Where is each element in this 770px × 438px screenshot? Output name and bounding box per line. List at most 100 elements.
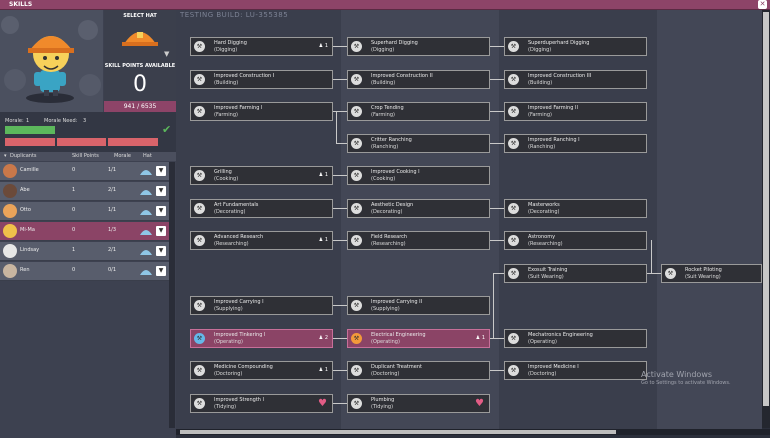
vertical-scrollbar[interactable]: [762, 10, 770, 428]
hat-dropdown-icon[interactable]: ▼: [156, 226, 166, 236]
col-skill-points[interactable]: Skill Points: [72, 153, 99, 159]
skill-name: Improved Carrying I: [214, 299, 264, 305]
assigned-count: ♟ 1: [319, 237, 328, 243]
skill-icon: ⚒: [508, 203, 519, 214]
horizontal-scroll-thumb[interactable]: [180, 430, 616, 434]
close-icon[interactable]: ✕: [758, 0, 767, 9]
skill-category: (Operating): [528, 339, 557, 345]
hat-dropdown-icon[interactable]: ▼: [164, 50, 169, 58]
skill-superhard-digging[interactable]: ⚒ Superhard Digging (Digging): [347, 37, 490, 56]
skill-medicine-compounding[interactable]: ⚒ Medicine Compounding (Doctoring) ♟ 1: [190, 361, 333, 380]
skill-electrical-engineering[interactable]: ⚒ Electrical Engineering (Operating) ♟ 1: [347, 329, 490, 348]
col-duplicants[interactable]: Duplicants: [10, 153, 37, 159]
skill-improved-construction-3[interactable]: ⚒ Improved Construction III (Building): [504, 70, 647, 89]
skill-name: Improved Farming II: [528, 105, 578, 111]
skill-grilling[interactable]: ⚒ Grilling (Cooking) ♟ 1: [190, 166, 333, 185]
duplicant-morale: 1/1: [108, 207, 117, 213]
xp-text: 941 / 6535: [123, 103, 157, 110]
skill-art-fundamentals[interactable]: ⚒ Art Fundamentals (Decorating): [190, 199, 333, 218]
hat-dropdown-icon[interactable]: ▼: [156, 266, 166, 276]
connector-line: [490, 46, 504, 47]
skill-mechatronics-engineering[interactable]: ⚒ Mechatronics Engineering (Operating): [504, 329, 647, 348]
skill-improved-farming-2[interactable]: ⚒ Improved Farming II (Farming): [504, 102, 647, 121]
skill-improved-farming-1[interactable]: ⚒ Improved Farming I (Farming): [190, 102, 333, 121]
morale-bar: [5, 126, 55, 134]
duplicant-skill-points: 1: [72, 187, 76, 193]
window-title: SKILLS: [9, 1, 33, 8]
duplicant-morale: 2/1: [108, 187, 117, 193]
skill-improved-tinkering-1[interactable]: ⚒ Improved Tinkering I (Operating) ♟ 2: [190, 329, 333, 348]
duplicant-row[interactable]: Abe 1 2/1 ▼: [0, 182, 169, 201]
hat-icon: [140, 270, 152, 275]
skill-aesthetic-design[interactable]: ⚒ Aesthetic Design (Decorating): [347, 199, 490, 218]
skill-improved-ranching-1[interactable]: ⚒ Improved Ranching I (Ranching): [504, 134, 647, 153]
assigned-count: ♟ 1: [476, 335, 485, 341]
duplicant-skill-points: 0: [72, 267, 76, 273]
duplicant-skill-points: 1: [72, 247, 76, 253]
hat-dropdown-icon[interactable]: ▼: [156, 186, 166, 196]
skill-improved-construction-1[interactable]: ⚒ Improved Construction I (Building): [190, 70, 333, 89]
skill-name: Improved Ranching I: [528, 137, 580, 143]
vertical-scroll-thumb[interactable]: [763, 12, 769, 406]
skill-exosuit-training[interactable]: ⚒ Exosuit Training (Suit Wearing): [504, 264, 647, 283]
skill-advanced-research[interactable]: ⚒ Advanced Research (Researching) ♟ 1: [190, 231, 333, 250]
xp-bar: 941 / 6535: [104, 101, 176, 112]
hat-dropdown-icon[interactable]: ▼: [156, 166, 166, 176]
skill-name: Improved Medicine I: [528, 364, 579, 370]
skill-plumbing[interactable]: ⚒ Plumbing (Tidying) ♥: [347, 394, 490, 413]
skill-category: (Digging): [528, 47, 552, 53]
duplicant-row[interactable]: Camille 0 1/1 ▼: [0, 162, 169, 181]
skill-category: (Farming): [214, 112, 238, 118]
duplicant-row[interactable]: Ren 0 0/1 ▼: [0, 262, 169, 281]
skill-hard-digging[interactable]: ⚒ Hard Digging (Digging) ♟ 1: [190, 37, 333, 56]
duplicant-portrait: [0, 10, 103, 112]
col-morale[interactable]: Morale: [114, 153, 131, 159]
skill-icon: ⚒: [665, 268, 676, 279]
heart-icon: ♥: [318, 398, 327, 409]
skill-duplicant-treatment[interactable]: ⚒ Duplicant Treatment (Doctoring): [347, 361, 490, 380]
col-hat[interactable]: Hat: [143, 153, 152, 159]
skill-name: Mechatronics Engineering: [528, 332, 593, 338]
connector-line: [490, 143, 504, 144]
skill-critter-ranching[interactable]: ⚒ Critter Ranching (Ranching): [347, 134, 490, 153]
skill-icon: ⚒: [508, 74, 519, 85]
skill-improved-construction-2[interactable]: ⚒ Improved Construction II (Building): [347, 70, 490, 89]
duplicant-row[interactable]: Otto 0 1/1 ▼: [0, 202, 169, 221]
skill-icon: ⚒: [508, 268, 519, 279]
avatar: [3, 244, 17, 258]
connector-line: [490, 111, 504, 112]
skill-name: Improved Carrying II: [371, 299, 423, 305]
duplicant-portrait-art: [0, 10, 103, 112]
skill-superduperhard-digging[interactable]: ⚒ Superduperhard Digging (Digging): [504, 37, 647, 56]
duplicant-count-icon: ♟: [318, 367, 324, 373]
skill-name: Crop Tending: [371, 105, 404, 111]
skill-improved-strength-1[interactable]: ⚒ Improved Strength I (Tidying) ♥: [190, 394, 333, 413]
skill-improved-cooking-1[interactable]: ⚒ Improved Cooking I (Cooking): [347, 166, 490, 185]
sort-icon[interactable]: ▾: [4, 153, 7, 159]
skill-category: (Building): [214, 80, 239, 86]
skill-crop-tending[interactable]: ⚒ Crop Tending (Farming): [347, 102, 490, 121]
skill-field-research[interactable]: ⚒ Field Research (Researching): [347, 231, 490, 250]
skill-astronomy[interactable]: ⚒ Astronomy (Researching): [504, 231, 647, 250]
skill-name: Field Research: [371, 234, 408, 240]
duplicant-name: Abe: [20, 187, 30, 193]
skill-improved-medicine-1[interactable]: ⚒ Improved Medicine I (Doctoring): [504, 361, 647, 380]
skill-rocket-piloting[interactable]: ⚒ Rocket Piloting (Suit Wearing): [661, 264, 762, 283]
connector-line: [333, 338, 347, 339]
skill-masterworks[interactable]: ⚒ Masterworks (Decorating): [504, 199, 647, 218]
hat-dropdown-icon[interactable]: ▼: [156, 246, 166, 256]
morale-need-label: Morale Need:: [44, 118, 78, 124]
assigned-count: ♟ 1: [319, 172, 328, 178]
duplicant-list-scrollbar[interactable]: [169, 162, 175, 428]
hat-icon: [140, 230, 152, 235]
horizontal-scrollbar[interactable]: [176, 429, 770, 435]
skill-improved-carrying-2[interactable]: ⚒ Improved Carrying II (Supplying): [347, 296, 490, 315]
skill-improved-carrying-1[interactable]: ⚒ Improved Carrying I (Supplying): [190, 296, 333, 315]
watermark-title: Activate Windows: [641, 370, 713, 379]
assigned-count-value: 1: [481, 335, 485, 341]
duplicant-row[interactable]: Mi-Ma 0 1/3 ▼: [0, 222, 169, 241]
duplicant-row[interactable]: Lindsay 1 2/1 ▼: [0, 242, 169, 261]
hat-dropdown-icon[interactable]: ▼: [156, 206, 166, 216]
mining-hat-icon[interactable]: [120, 24, 160, 48]
duplicant-count-icon: ♟: [318, 43, 324, 49]
